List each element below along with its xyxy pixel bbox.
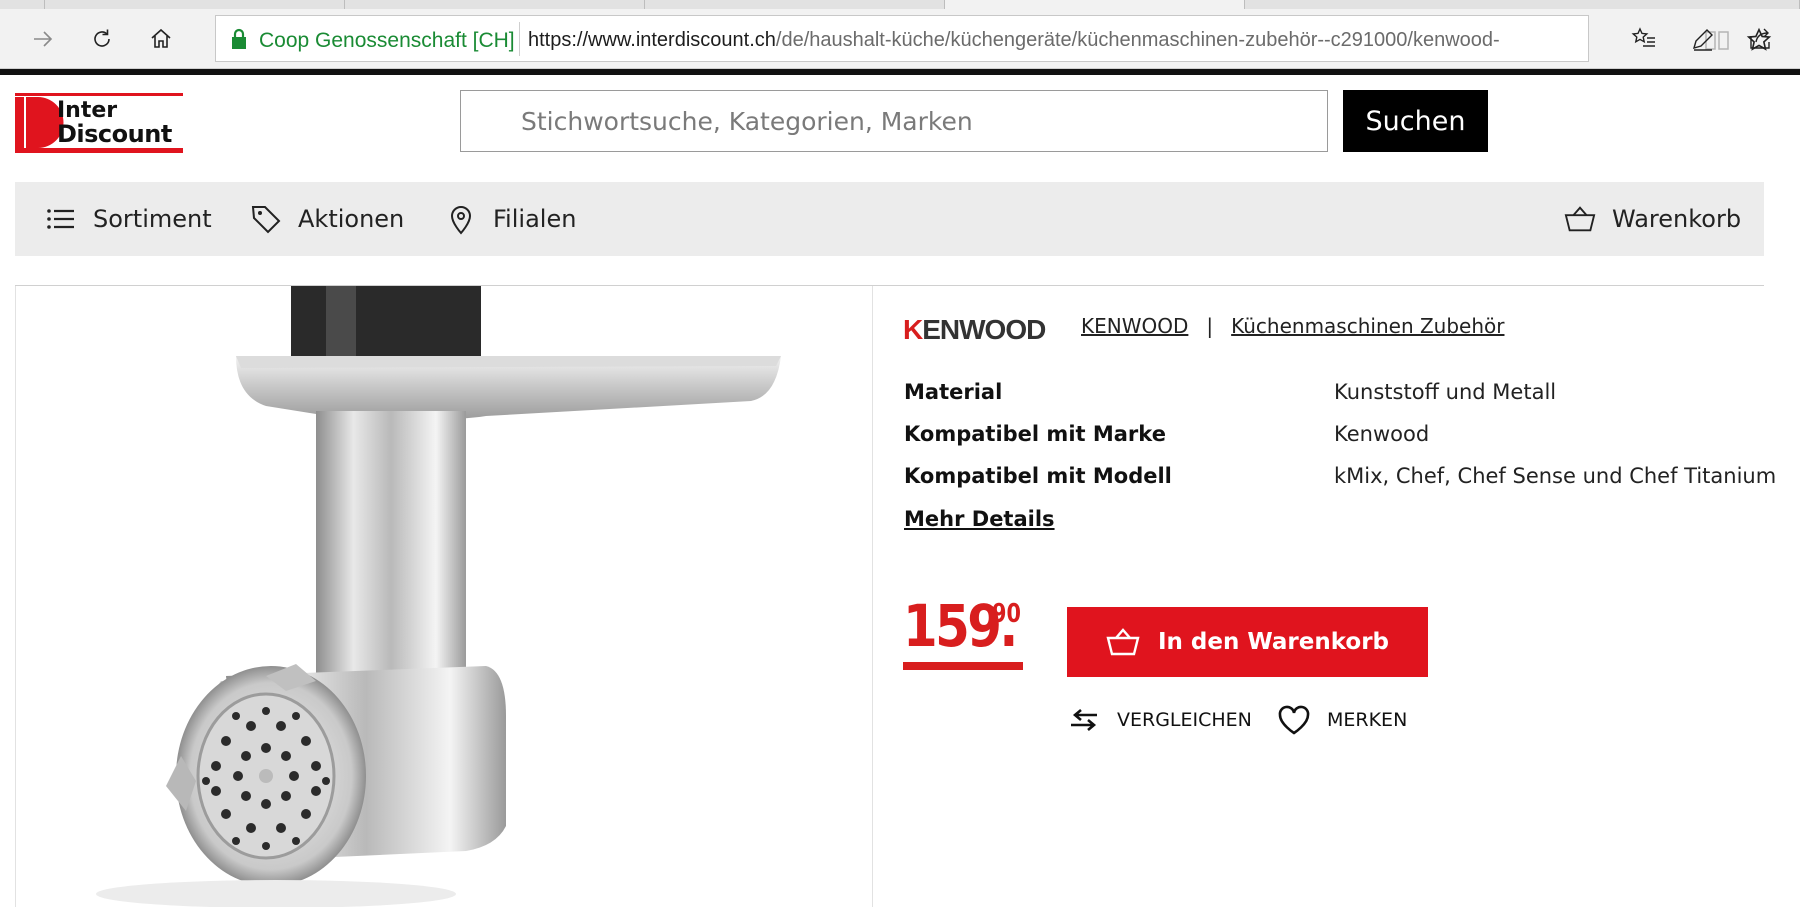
remember-label: MERKEN xyxy=(1327,709,1408,731)
lock-icon xyxy=(232,28,246,49)
compare-label: VERGLEICHEN xyxy=(1117,709,1252,731)
share-button[interactable] xyxy=(1744,23,1776,55)
spec-key: Material xyxy=(904,380,1003,404)
nav-sortiment-label: Sortiment xyxy=(93,205,212,233)
price-underline xyxy=(903,662,1023,670)
nav-warenkorb[interactable]: Warenkorb xyxy=(1564,182,1741,256)
product-price: 159. 90 xyxy=(903,597,1023,672)
compare-button[interactable]: VERGLEICHEN xyxy=(1067,705,1252,735)
browser-tab-active[interactable] xyxy=(945,0,1245,9)
browser-toolbar: Coop Genossenschaft [CH] https://www.int… xyxy=(0,9,1800,69)
browser-tab[interactable] xyxy=(345,0,645,9)
product-breadcrumb: KENWOOD | Küchenmaschinen Zubehör xyxy=(1081,314,1504,338)
brand-logo-k: K xyxy=(903,314,923,345)
nav-warenkorb-label: Warenkorb xyxy=(1612,205,1742,233)
basket-icon xyxy=(1106,628,1140,656)
more-details-link[interactable]: Mehr Details xyxy=(904,507,1055,531)
address-bar[interactable]: Coop Genossenschaft [CH] https://www.int… xyxy=(215,15,1772,62)
forward-button[interactable] xyxy=(25,21,61,57)
spec-row: Kompatibel mit Marke Kenwood xyxy=(904,422,1764,464)
compare-arrows-icon xyxy=(1071,709,1097,731)
product-image[interactable] xyxy=(15,286,873,907)
nav-aktionen-label: Aktionen xyxy=(298,205,405,233)
home-button[interactable] xyxy=(143,21,179,57)
spec-key: Kompatibel mit Modell xyxy=(904,464,1172,488)
nav-sortiment[interactable]: Sortiment xyxy=(45,182,212,256)
favorites-list-icon xyxy=(1631,27,1655,47)
search-box xyxy=(460,90,1328,152)
site-identity[interactable]: Coop Genossenschaft [CH] xyxy=(259,29,515,53)
url-path: /de/haushalt-küche/küchengeräte/küchenma… xyxy=(775,29,1500,51)
search-input[interactable] xyxy=(461,91,1327,151)
favorites-hub-button[interactable] xyxy=(1628,23,1660,55)
price-cents: 90 xyxy=(992,599,1021,629)
meat-grinder-image xyxy=(96,286,781,907)
interdiscount-logo[interactable]: Inter Discount xyxy=(15,93,183,153)
tag-icon xyxy=(251,206,281,234)
browser-tab[interactable] xyxy=(0,0,45,9)
category-link[interactable]: Küchenmaschinen Zubehör xyxy=(1231,314,1504,338)
share-icon xyxy=(1750,28,1770,49)
nav-aktionen[interactable]: Aktionen xyxy=(250,182,404,256)
refresh-icon xyxy=(94,29,110,47)
nav-filialen[interactable]: Filialen xyxy=(445,182,576,256)
heart-icon xyxy=(1278,705,1310,735)
product-specs: Material Kunststoff und Metall Kompatibe… xyxy=(904,380,1776,506)
spec-key: Kompatibel mit Marke xyxy=(904,422,1166,446)
url-text[interactable]: https://www.interdiscount.ch/de/haushalt… xyxy=(528,29,1683,52)
pen-icon xyxy=(1692,29,1713,51)
main-navigation: Sortiment Aktionen Filialen Warenkorb xyxy=(15,182,1764,256)
browser-content-border xyxy=(0,69,1800,75)
basket-icon xyxy=(1564,206,1596,232)
arrow-right-icon xyxy=(34,31,53,47)
browser-tab[interactable] xyxy=(45,0,345,9)
spec-value: Kenwood xyxy=(1334,422,1430,446)
add-to-cart-button[interactable]: In den Warenkorb xyxy=(1067,607,1428,677)
remember-button[interactable]: MERKEN xyxy=(1277,705,1407,735)
brand-logo-rest: ENWOOD xyxy=(922,314,1046,345)
home-icon xyxy=(151,28,171,48)
browser-tab-strip xyxy=(0,0,1800,9)
spec-row: Material Kunststoff und Metall xyxy=(904,380,1764,422)
brand-link[interactable]: KENWOOD xyxy=(1081,314,1188,338)
spec-value: kMix, Chef, Chef Sense und Chef Titanium xyxy=(1334,464,1777,488)
spec-row: Kompatibel mit Modell kMix, Chef, Chef S… xyxy=(904,464,1776,506)
location-pin-icon xyxy=(450,206,472,235)
address-divider xyxy=(519,22,520,56)
add-to-cart-label: In den Warenkorb xyxy=(1157,629,1390,655)
list-icon xyxy=(47,209,74,229)
kenwood-brand-logo: KENWOOD xyxy=(903,314,1046,346)
nav-filialen-label: Filialen xyxy=(493,205,577,233)
browser-tab[interactable] xyxy=(1245,0,1800,9)
url-host: https://www.interdiscount.ch xyxy=(528,29,776,51)
browser-tab[interactable] xyxy=(645,0,945,9)
refresh-button[interactable] xyxy=(84,21,120,57)
web-notes-button[interactable] xyxy=(1687,23,1719,55)
spec-value: Kunststoff und Metall xyxy=(1334,380,1557,404)
logo-text-discount: Discount xyxy=(57,120,172,148)
breadcrumb-separator: | xyxy=(1206,314,1214,338)
search-button[interactable]: Suchen xyxy=(1343,90,1488,152)
